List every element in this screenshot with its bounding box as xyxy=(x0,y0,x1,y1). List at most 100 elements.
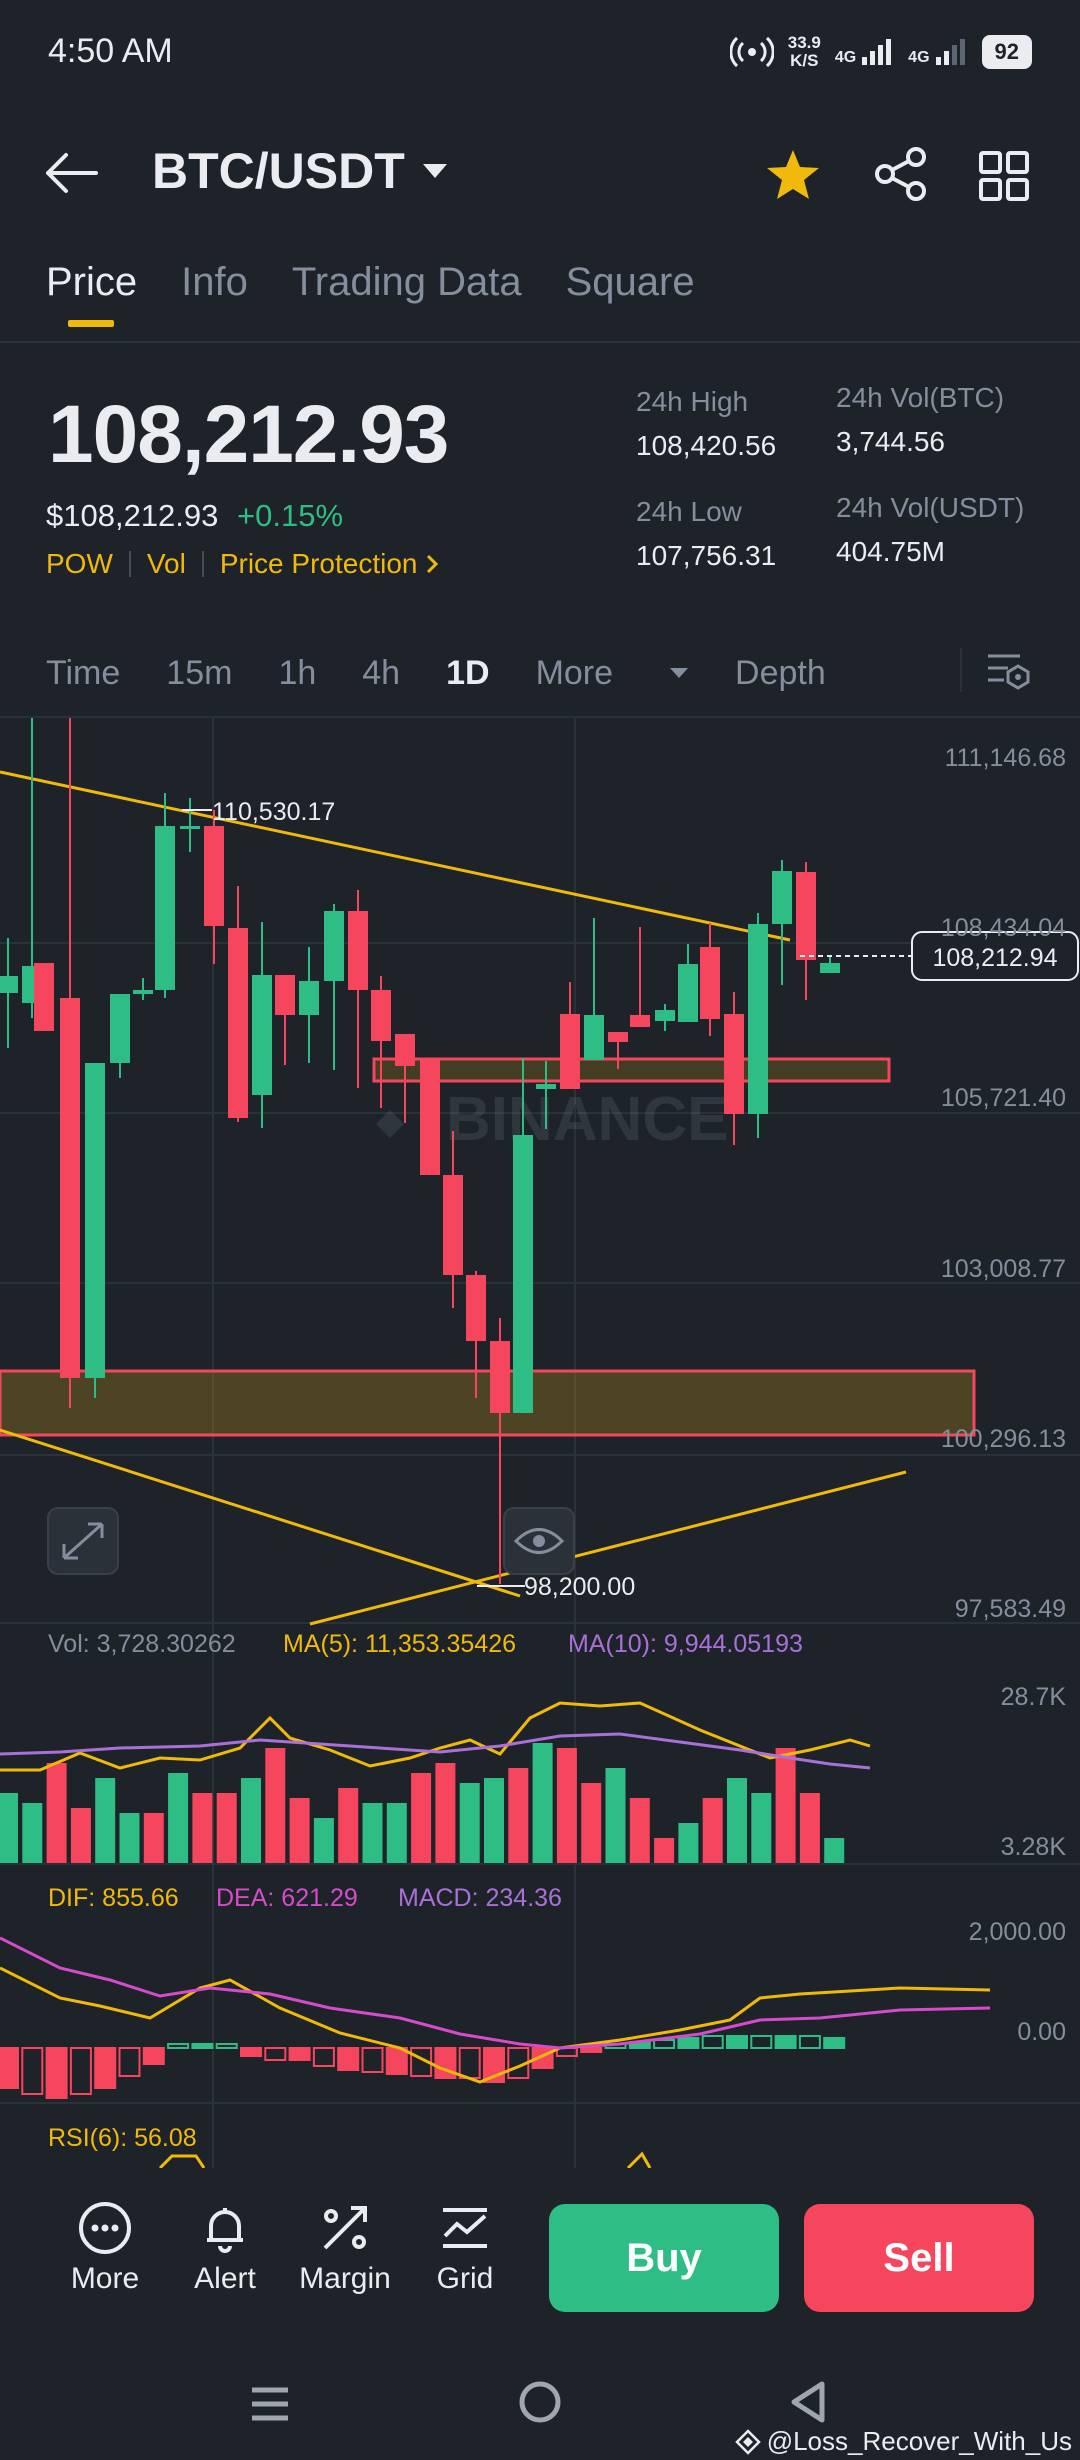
candle-body xyxy=(700,947,720,1019)
tab-info[interactable]: Info xyxy=(181,260,248,327)
low-value: 107,756.31 xyxy=(636,540,777,571)
kline-chart[interactable]: BINANCE 110,530.17 98,200.00 108,212.94 … xyxy=(0,718,1080,2168)
volume-bar xyxy=(654,1838,675,1863)
svg-text:Vol: 3,728.30262: Vol: 3,728.30262 xyxy=(48,1630,236,1658)
pair-selector[interactable]: BTC/USDT xyxy=(152,142,449,200)
macd-bar xyxy=(580,2047,603,2053)
interval-time[interactable]: Time xyxy=(46,654,120,693)
volume-bar xyxy=(629,1798,650,1863)
macd-bar xyxy=(215,2043,238,2049)
volume-bar xyxy=(678,1823,699,1863)
candle xyxy=(0,938,18,1048)
expand-icon[interactable] xyxy=(47,1507,119,1575)
macd-bar xyxy=(45,2047,68,2099)
volume-bar xyxy=(556,1748,577,1863)
macd-bar xyxy=(750,2035,773,2049)
star-icon[interactable] xyxy=(765,148,821,202)
svg-text:0.00: 0.00 xyxy=(1017,2018,1066,2046)
interval-4h[interactable]: 4h xyxy=(362,654,400,693)
more-label: More xyxy=(70,2262,140,2295)
candle-body xyxy=(608,1032,628,1042)
candle-body xyxy=(324,911,344,981)
volume-legend: Vol: 3,728.30262 MA(5): 11,353.35426 MA(… xyxy=(48,1630,803,1658)
macd-bar xyxy=(191,2043,214,2049)
interval-depth[interactable]: Depth xyxy=(735,654,826,693)
macd-bar xyxy=(264,2047,287,2061)
chart-settings-icon[interactable] xyxy=(984,648,1032,692)
macd-bar xyxy=(385,2047,408,2075)
interval-1h[interactable]: 1h xyxy=(278,654,316,693)
price-axis-label: 103,008.77 xyxy=(941,1255,1066,1283)
price-axis-label: 100,296.13 xyxy=(941,1425,1066,1453)
svg-text:DIF: 855.66: DIF: 855.66 xyxy=(48,1884,179,1912)
grid-trading-button[interactable]: Grid xyxy=(410,2200,520,2296)
fiat-row: $108,212.93 +0.15% xyxy=(46,498,343,534)
interval-15m[interactable]: 15m xyxy=(166,654,232,693)
candle xyxy=(560,982,580,1089)
grid-icon[interactable] xyxy=(978,150,1030,202)
volume-bar xyxy=(532,1743,553,1863)
candle-body xyxy=(655,1010,675,1021)
fiat-price: $108,212.93 xyxy=(46,498,219,533)
share-icon[interactable] xyxy=(873,146,929,202)
volume-bar xyxy=(168,1773,189,1863)
grid-label: Grid xyxy=(436,2262,494,2295)
macd-bar xyxy=(312,2047,335,2067)
volume-bars xyxy=(0,1743,845,1863)
volume-bar xyxy=(338,1788,359,1863)
candle xyxy=(204,810,224,964)
tab-square[interactable]: Square xyxy=(566,260,695,327)
low-marker-label: 98,200.00 xyxy=(524,1573,635,1601)
divider xyxy=(960,648,962,692)
candle-body xyxy=(348,911,368,990)
more-button[interactable]: More xyxy=(50,2200,160,2296)
interval-1d[interactable]: 1D xyxy=(446,654,489,693)
svg-text:MA(10): 9,944.05193: MA(10): 9,944.05193 xyxy=(568,1630,803,1658)
margin-button[interactable]: Margin xyxy=(290,2200,400,2296)
candle-body xyxy=(772,871,792,924)
back-nav-icon[interactable] xyxy=(786,2378,830,2426)
candle-body xyxy=(443,1175,463,1275)
battery-icon: 92 xyxy=(981,35,1032,69)
candle xyxy=(348,890,368,1088)
volume-bar xyxy=(289,1798,310,1863)
volume-bar xyxy=(435,1763,456,1863)
volume-bar xyxy=(824,1838,845,1863)
eye-icon[interactable] xyxy=(503,1507,575,1575)
macd-bar xyxy=(361,2047,384,2073)
resistance-zone xyxy=(372,1057,891,1083)
candle-body xyxy=(60,998,80,1378)
interval-more[interactable]: More xyxy=(536,654,689,693)
macd-bar xyxy=(118,2047,141,2077)
tag-price-protection-label: Price Protection xyxy=(219,548,418,579)
price-axis-label: 108,434.04 xyxy=(941,914,1066,942)
candle-body xyxy=(513,1135,533,1413)
back-arrow-icon[interactable] xyxy=(44,150,100,196)
tag-vol[interactable]: Vol xyxy=(147,548,186,580)
tab-price[interactable]: Price xyxy=(46,260,137,327)
menu-icon[interactable] xyxy=(248,2382,292,2426)
volume-bar xyxy=(95,1778,116,1863)
last-price: 108,212.93 xyxy=(48,389,449,480)
home-icon[interactable] xyxy=(516,2378,564,2426)
tag-pow[interactable]: POW xyxy=(46,548,113,580)
margin-icon xyxy=(323,2206,367,2250)
candle-body xyxy=(395,1034,415,1066)
tag-price-protection[interactable]: Price Protection xyxy=(220,548,440,580)
candle xyxy=(772,860,792,985)
tab-trading-data[interactable]: Trading Data xyxy=(292,260,522,327)
sell-button[interactable]: Sell xyxy=(804,2204,1034,2312)
buy-button[interactable]: Buy xyxy=(549,2204,779,2312)
alert-button[interactable]: Alert xyxy=(170,2200,280,2296)
high-marker-label: 110,530.17 xyxy=(212,798,335,826)
vol-btc-value: 3,744.56 xyxy=(836,426,945,457)
candle xyxy=(820,957,840,973)
macd-bar xyxy=(94,2047,117,2089)
network-type-label: 4G xyxy=(908,49,930,66)
user-watermark: @Loss_Recover_With_Us xyxy=(734,2426,1072,2457)
volume-bar xyxy=(46,1763,67,1863)
price-axis-label: 111,146.68 xyxy=(945,744,1066,772)
volume-bar xyxy=(605,1768,626,1863)
volume-bar xyxy=(22,1803,43,1863)
candle xyxy=(678,944,698,1022)
